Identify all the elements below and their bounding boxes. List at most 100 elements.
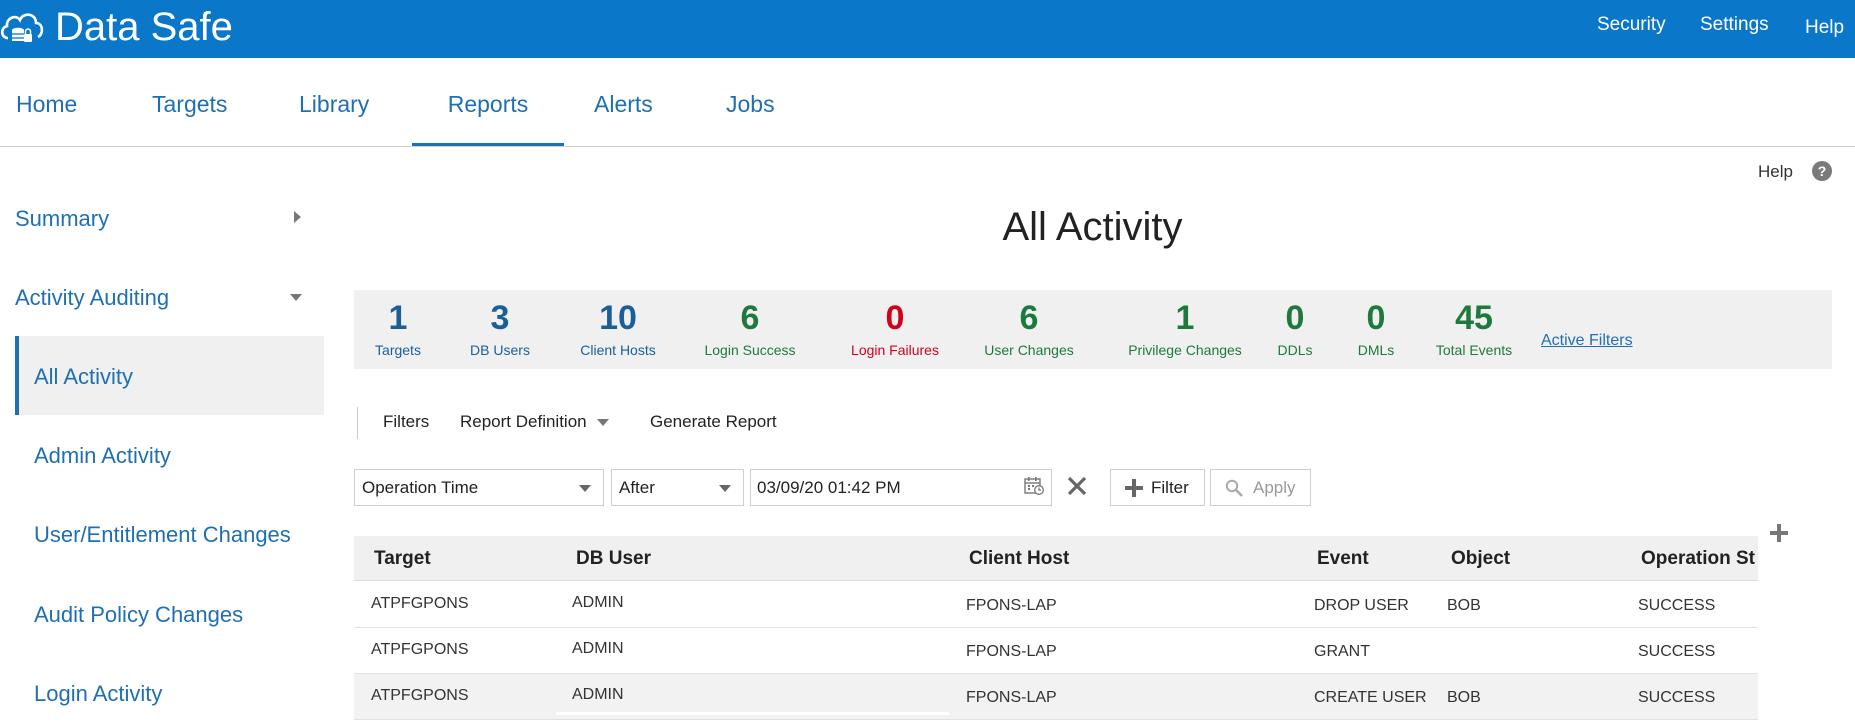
stat-value: 1 [388, 299, 408, 337]
table-cell: BOB [1447, 689, 1481, 706]
search-icon [1225, 479, 1243, 497]
table-cell: SUCCESS [1638, 689, 1716, 706]
stat-label: DDLs [1277, 342, 1313, 358]
table-cell: CREATE USER [1314, 689, 1427, 706]
stat-client-hosts[interactable]: 10 Client Hosts [574, 298, 662, 360]
stat-label: DB Users [470, 342, 530, 358]
column-header[interactable]: Target [374, 548, 431, 570]
help-link[interactable]: Help [1758, 162, 1793, 182]
table-cell: ATPFGPONS [371, 641, 469, 658]
filter-operator-value: After [619, 478, 655, 497]
row-divider [556, 712, 949, 715]
plus-icon[interactable] [1770, 524, 1788, 542]
filter-field-select[interactable]: Operation Time [354, 469, 604, 506]
column-header[interactable]: Operation St [1641, 548, 1755, 570]
stat-login-success[interactable]: 6 Login Success [690, 298, 810, 360]
sidebar-item-audit-policy-changes[interactable]: Audit Policy Changes [34, 602, 243, 628]
stat-ddls[interactable]: 0 DDLs [1270, 298, 1320, 360]
stat-user-changes[interactable]: 6 User Changes [969, 298, 1089, 360]
sidebar-item-admin-activity[interactable]: Admin Activity [34, 443, 171, 469]
filter-date-input[interactable]: 03/09/20 01:42 PM [750, 469, 1052, 506]
tab-alerts[interactable]: Alerts [594, 58, 653, 146]
column-header[interactable]: Object [1451, 548, 1510, 570]
stat-targets[interactable]: 1 Targets [374, 298, 422, 360]
main-nav-tabs: Home Targets Library Reports Alerts Jobs [0, 58, 1855, 147]
sidebar-item-login-activity[interactable]: Login Activity [34, 681, 162, 707]
tab-targets[interactable]: Targets [152, 58, 227, 146]
tab-jobs[interactable]: Jobs [726, 58, 775, 146]
table-row[interactable]: ATPFGPONS ADMIN FPONS-LAP DROP USER BOB … [354, 582, 1758, 628]
help-top-link[interactable]: Help [1805, 17, 1844, 39]
add-filter-button[interactable]: Filter [1110, 469, 1205, 506]
apply-button[interactable]: Apply [1210, 469, 1311, 506]
sidebar-group-activity-auditing[interactable]: Activity Auditing [15, 285, 169, 311]
stat-label: Client Hosts [580, 342, 656, 358]
page: Data Safe Security Settings Help Home Ta… [0, 0, 1855, 725]
stat-label: Login Success [704, 342, 796, 358]
table-cell: GRANT [1314, 643, 1370, 660]
stat-label: Targets [375, 342, 421, 358]
tab-reports[interactable]: Reports [412, 58, 564, 146]
settings-link[interactable]: Settings [1700, 14, 1769, 36]
generate-report-button[interactable]: Generate Report [650, 412, 777, 432]
close-icon[interactable] [1066, 475, 1088, 497]
stat-value: 1 [1175, 299, 1195, 337]
table-cell: ADMIN [572, 640, 624, 657]
column-header[interactable]: Client Host [969, 548, 1069, 570]
toolbar-divider [357, 407, 358, 439]
add-filter-label: Filter [1151, 478, 1189, 497]
app-title: Data Safe [55, 5, 233, 49]
stat-label: DMLs [1357, 342, 1395, 358]
top-bar: Data Safe Security Settings Help [0, 0, 1855, 58]
report-definition-menu[interactable]: Report Definition [460, 412, 587, 432]
stat-total-events[interactable]: 45 Total Events [1424, 298, 1524, 360]
filter-field-value: Operation Time [362, 478, 479, 497]
stat-value: 3 [490, 299, 510, 337]
filters-tab[interactable]: Filters [383, 412, 429, 432]
table-cell: SUCCESS [1638, 597, 1716, 614]
page-title: All Activity [1002, 205, 1183, 249]
table-cell: ADMIN [572, 686, 624, 703]
calendar-icon[interactable] [1024, 477, 1044, 495]
table-cell: DROP USER [1314, 597, 1409, 614]
column-header[interactable]: DB User [576, 548, 651, 570]
sidebar-group-summary[interactable]: Summary [15, 206, 109, 232]
activity-table: Target DB User Client Host Event Object … [354, 536, 1758, 725]
stat-value: 45 [1455, 299, 1493, 337]
filter-operator-select[interactable]: After [611, 469, 744, 506]
chevron-down-icon [719, 485, 731, 492]
stat-login-failures[interactable]: 0 Login Failures [832, 298, 958, 360]
stat-label: Total Events [1435, 342, 1513, 358]
table-cell: FPONS-LAP [966, 597, 1057, 614]
chevron-down-icon [579, 485, 591, 492]
chevron-down-icon[interactable] [597, 419, 609, 426]
help-icon[interactable]: ? [1812, 161, 1832, 181]
table-header: Target DB User Client Host Event Object … [354, 536, 1758, 581]
caret-down-icon[interactable] [290, 294, 302, 301]
caret-right-icon[interactable] [294, 211, 301, 223]
cloud-database-icon [0, 13, 44, 42]
table-row[interactable]: ATPFGPONS ADMIN FPONS-LAP GRANT SUCCESS [354, 628, 1758, 674]
sidebar-item-all-activity[interactable]: All Activity [34, 364, 133, 390]
stat-dmls[interactable]: 0 DMLs [1351, 298, 1401, 360]
security-link[interactable]: Security [1597, 14, 1666, 36]
stat-label: Privilege Changes [1128, 342, 1242, 358]
stat-value: 10 [599, 299, 637, 337]
stat-db-users[interactable]: 3 DB Users [466, 298, 534, 360]
stat-label: User Changes [984, 342, 1074, 358]
table-cell: FPONS-LAP [966, 689, 1057, 706]
table-cell: ATPFGPONS [371, 687, 469, 704]
table-cell: SUCCESS [1638, 643, 1716, 660]
table-cell: ADMIN [572, 594, 624, 611]
stat-value: 6 [740, 299, 760, 337]
stat-privilege-changes[interactable]: 1 Privilege Changes [1109, 298, 1261, 360]
stat-label: Login Failures [851, 342, 939, 358]
tab-library[interactable]: Library [299, 58, 369, 146]
sidebar-item-user-entitlement-changes[interactable]: User/Entitlement Changes [34, 522, 291, 548]
active-filters-link[interactable]: Active Filters [1541, 332, 1633, 350]
tab-home[interactable]: Home [16, 58, 77, 146]
stat-value: 6 [1019, 299, 1039, 337]
stats-summary-bar: 1 Targets 3 DB Users 10 Client Hosts 6 L… [354, 290, 1832, 369]
column-header[interactable]: Event [1317, 548, 1369, 570]
apply-label: Apply [1253, 478, 1296, 497]
